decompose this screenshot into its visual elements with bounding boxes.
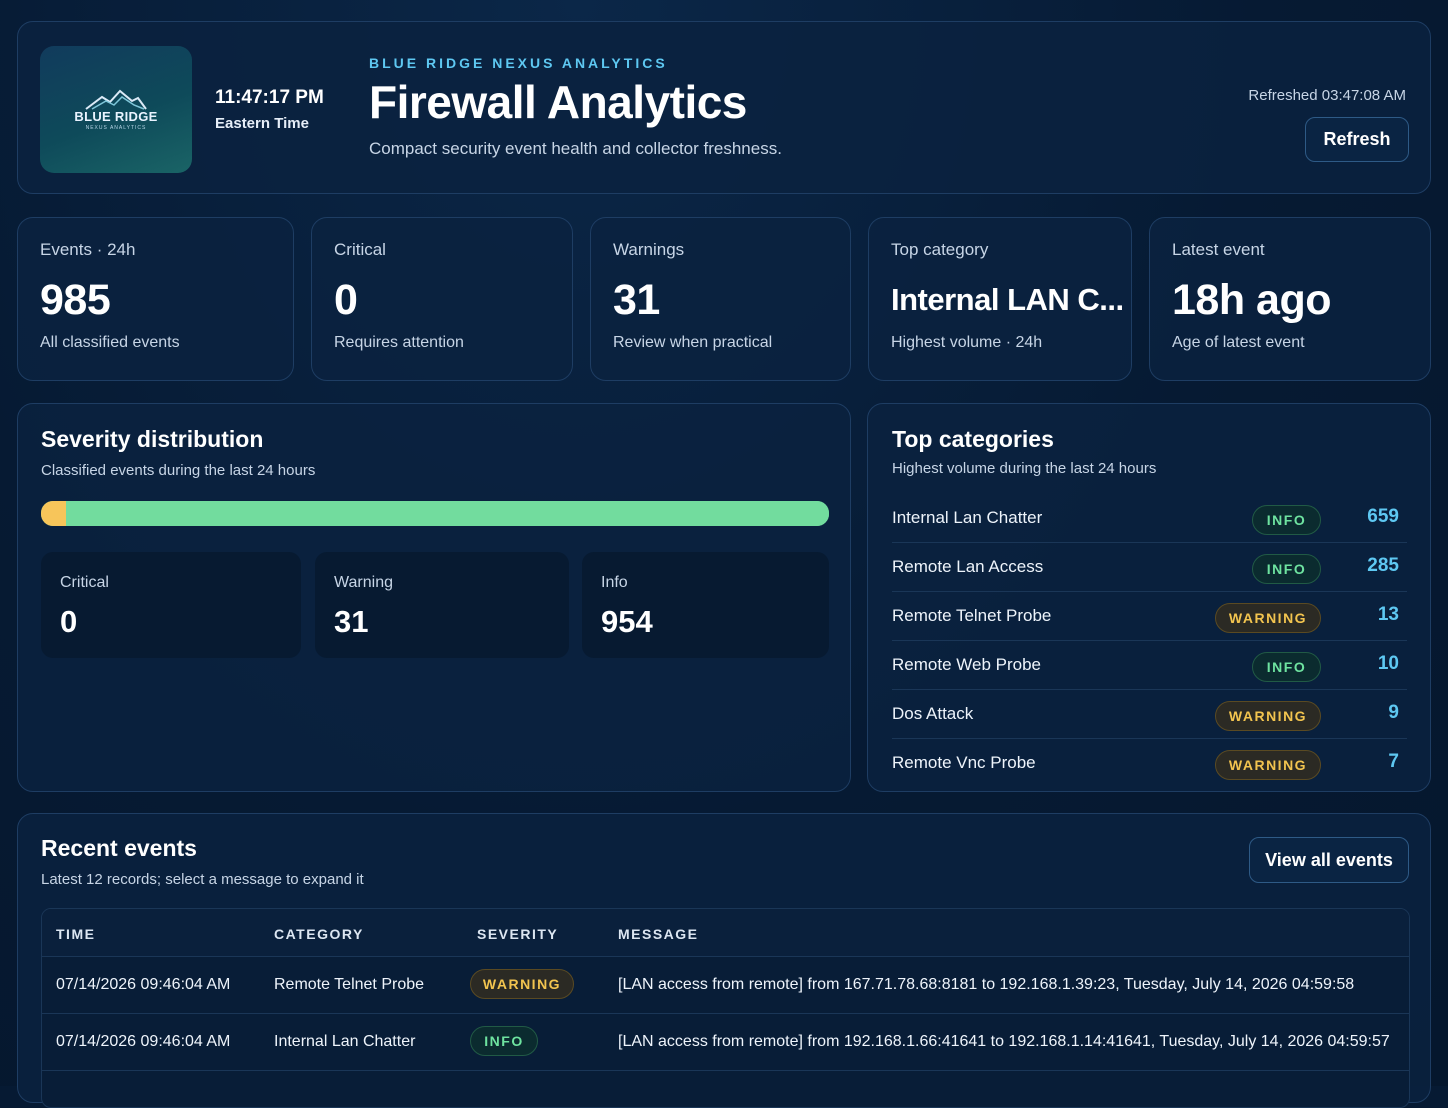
page-title: Firewall Analytics [369,76,747,128]
stat-sub: Age of latest event [1172,334,1305,351]
stat-label: Critical [334,240,386,259]
severity-badge: INFO [1252,652,1321,682]
list-item[interactable]: Internal Lan Chatter INFO 659 [892,494,1407,543]
cell-time: 07/14/2026 09:46:04 AM [56,1033,231,1050]
category-count: 10 [1377,653,1399,674]
severity-tile-info: Info 954 [582,552,829,658]
severity-distribution-card: Severity distribution Classified events … [17,403,851,792]
stat-label: Events · 24h [40,240,136,259]
category-name: Internal Lan Chatter [892,508,1043,527]
stat-sub: Review when practical [613,334,773,351]
column-header-time[interactable]: TIME [56,926,95,942]
cell-message[interactable]: [LAN access from remote] from 192.168.1.… [618,1033,1390,1051]
stat-value: 985 [40,276,111,324]
section-subtitle: Classified events during the last 24 hou… [41,462,316,479]
page-subtitle: Compact security event health and collec… [369,139,782,158]
refreshed-timestamp: Refreshed 03:47:08 AM [1248,87,1406,104]
severity-badge: INFO [1252,554,1321,584]
clock: 11:47:17 PM Eastern Time [215,87,324,132]
severity-badge: WARNING [470,969,574,999]
stat-label: Latest event [1172,240,1265,259]
stat-card-critical: Critical 0 Requires attention [311,217,573,381]
severity-badge: INFO [1252,505,1321,535]
stat-sub: Requires attention [334,334,464,351]
tile-value: 954 [601,604,653,639]
list-item[interactable]: Remote Lan Access INFO 285 [892,543,1407,592]
logo-brand-text: BLUE RIDGE [74,108,158,124]
cell-time: 07/14/2026 09:46:04 AM [56,976,231,993]
stat-label: Top category [891,240,989,259]
stat-card-top-category: Top category Internal LAN C... Highest v… [868,217,1132,381]
stat-sub: Highest volume · 24h [891,334,1043,351]
clock-time: 11:47:17 PM [215,87,324,108]
section-subtitle: Latest 12 records; select a message to e… [41,871,364,888]
title-block: BLUE RIDGE NEXUS ANALYTICS Firewall Anal… [369,55,782,159]
view-all-events-button[interactable]: View all events [1249,837,1409,883]
tile-label: Critical [60,574,109,591]
category-name: Remote Vnc Probe [892,753,1036,772]
category-count: 9 [1388,702,1399,723]
severity-tile-warning: Warning 31 [315,552,569,658]
clock-timezone: Eastern Time [215,115,309,132]
column-header-severity[interactable]: SEVERITY [477,926,558,942]
category-name: Remote Lan Access [892,557,1044,576]
brand-logo: BLUE RIDGE NEXUS ANALYTICS [40,46,192,173]
category-count: 13 [1377,604,1399,625]
stat-value: 18h ago [1172,276,1332,324]
section-title: Top categories [892,426,1054,452]
severity-badge: WARNING [1215,701,1321,731]
category-count: 285 [1367,555,1399,576]
stat-value: 0 [334,276,358,324]
cell-message[interactable]: [LAN access from remote] from 167.71.78.… [618,976,1354,994]
category-name: Remote Web Probe [892,655,1041,674]
list-item[interactable]: Dos Attack WARNING 9 [892,690,1407,739]
tile-label: Info [601,574,628,591]
category-name: Dos Attack [892,704,974,723]
stat-card-warnings: Warnings 31 Review when practical [590,217,851,381]
table-header: TIME CATEGORY SEVERITY MESSAGE [42,909,1409,957]
section-subtitle: Highest volume during the last 24 hours [892,460,1157,477]
severity-bar-segment-info [65,501,829,526]
category-count: 659 [1367,506,1399,527]
stat-card-latest-event: Latest event 18h ago Age of latest event [1149,217,1431,381]
refresh-button[interactable]: Refresh [1305,117,1409,162]
mountain-logo-icon [85,89,147,110]
severity-badge: WARNING [1215,603,1321,633]
stat-card-events: Events · 24h 985 All classified events [17,217,294,381]
stat-label: Warnings [613,240,685,259]
stat-value: Internal LAN C... [891,282,1124,317]
category-name: Remote Telnet Probe [892,606,1052,625]
cell-category: Remote Telnet Probe [274,976,425,993]
cell-category: Internal Lan Chatter [274,1033,416,1050]
severity-badge: INFO [470,1026,538,1056]
column-header-message[interactable]: MESSAGE [618,926,699,942]
stat-value: 31 [613,276,660,324]
tile-value: 0 [60,604,78,639]
recent-events-card: Recent events Latest 12 records; select … [17,813,1431,1108]
list-item[interactable]: Remote Vnc Probe WARNING 7 [892,739,1407,788]
severity-bar [41,501,829,526]
category-count: 7 [1388,751,1399,772]
severity-bar-segment-warning [41,501,66,526]
tile-value: 31 [334,604,369,639]
severity-tile-critical: Critical 0 [41,552,301,658]
top-categories-card: Top categories Highest volume during the… [867,403,1431,792]
column-header-category[interactable]: CATEGORY [274,926,364,942]
stat-sub: All classified events [40,334,180,351]
section-title: Severity distribution [41,426,264,452]
events-table: TIME CATEGORY SEVERITY MESSAGE 07/14/202… [41,908,1410,1108]
table-row[interactable]: 07/14/2026 09:46:04 AM Internal Lan Chatt… [42,1014,1409,1071]
list-item[interactable]: Remote Telnet Probe WARNING 13 [892,592,1407,641]
eyebrow-text: BLUE RIDGE NEXUS ANALYTICS [369,55,668,71]
table-row[interactable]: 07/14/2026 09:46:04 AM Remote Telnet Prob… [42,957,1409,1014]
severity-badge: WARNING [1215,750,1321,780]
list-item[interactable]: Remote Web Probe INFO 10 [892,641,1407,690]
tile-label: Warning [334,574,393,591]
section-title: Recent events [41,835,197,861]
logo-sub-text: NEXUS ANALYTICS [85,124,147,131]
header-card: BLUE RIDGE NEXUS ANALYTICS 11:47:17 PM E… [17,21,1431,194]
